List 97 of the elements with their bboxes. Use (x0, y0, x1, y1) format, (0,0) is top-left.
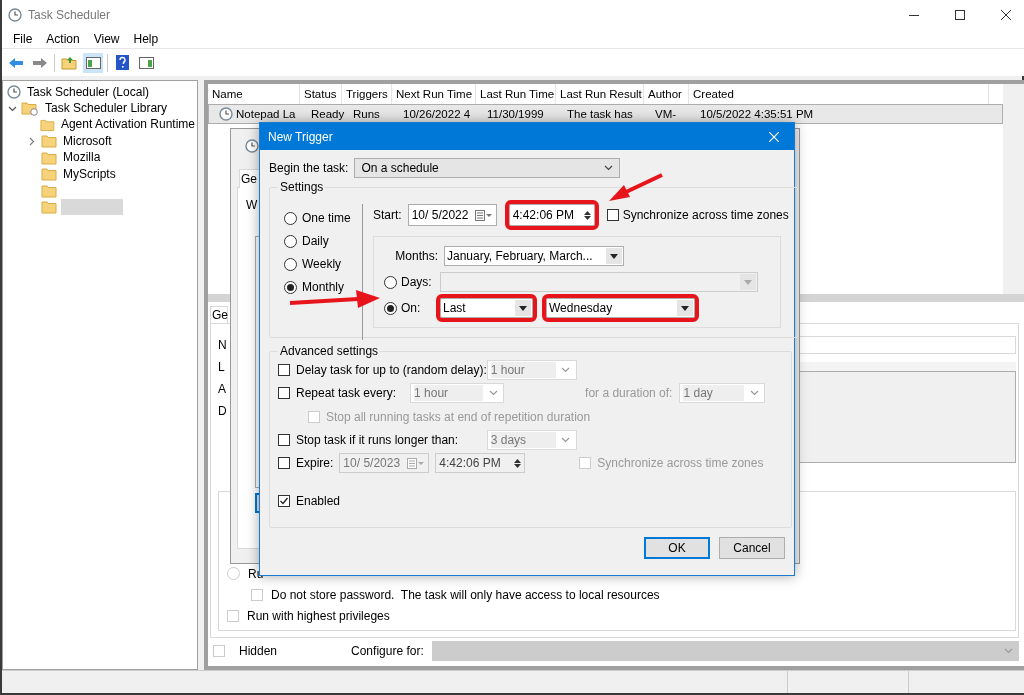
option-label: Delay task for up to (random delay): (296, 362, 487, 377)
app-clock-icon (8, 8, 22, 22)
table-cell: Ready (311, 107, 345, 121)
dropdown[interactable]: 1 hour (410, 383, 505, 404)
option-label: Repeat task every: (296, 386, 397, 401)
tab[interactable]: Ge (239, 169, 260, 188)
folder-icon (41, 134, 57, 149)
table-cell: Runs (353, 107, 380, 121)
clock-icon (7, 85, 21, 100)
option-label: Hidden (239, 644, 278, 658)
radio-button[interactable] (284, 234, 297, 248)
calendar-icon[interactable] (474, 209, 493, 221)
folder-icon (41, 183, 57, 198)
field-label: L (218, 360, 225, 374)
folder-icon (41, 150, 57, 165)
option-label: Monthly (302, 280, 345, 294)
field-label: D (218, 404, 227, 418)
group-label: Settings (279, 180, 325, 194)
field-label: W (246, 198, 258, 212)
checkbox[interactable] (278, 494, 290, 507)
chevron-icon[interactable] (7, 105, 17, 112)
radio-button[interactable] (384, 275, 397, 289)
option-label: On: (401, 301, 421, 315)
table-cell: Notepad La (236, 107, 296, 121)
option-label: Days: (401, 275, 432, 289)
task-clock-icon (219, 107, 233, 121)
arrow (609, 173, 663, 201)
dropdown[interactable]: 1 hour (486, 359, 577, 380)
date-field[interactable]: 10/ 5/2023 (339, 453, 430, 474)
option-label: Synchronize across time zones (597, 456, 764, 471)
radio-button[interactable] (284, 280, 297, 294)
tree-item[interactable]: Task Scheduler (Local) (25, 84, 152, 100)
radio-button[interactable] (284, 257, 297, 271)
dialog-title: New Trigger (268, 129, 333, 144)
checkbox[interactable] (278, 433, 290, 446)
option-label: Synchronize across time zones (622, 208, 789, 222)
option-label: Stop task if it runs longer than: (296, 432, 459, 447)
checkbox[interactable] (278, 387, 290, 400)
table-cell: 10/26/2022 4 (403, 107, 471, 121)
option-label: One time (302, 211, 351, 225)
radio-button[interactable] (284, 211, 297, 225)
tree-item[interactable]: Microsoft (61, 133, 114, 149)
option-label: Do not store password. The task will only have access to local resources (271, 587, 660, 602)
dropdown[interactable]: 3 days (486, 429, 577, 450)
group-label: Advanced settings (279, 344, 380, 358)
tab[interactable]: Ge (210, 306, 228, 323)
dropdown[interactable]: 1 day (679, 383, 766, 404)
folder-icon (41, 167, 57, 182)
spin-buttons[interactable] (514, 458, 522, 468)
window-title: Task Scheduler (28, 8, 111, 22)
table-cell: 11/30/1999 (487, 107, 544, 121)
checkbox[interactable] (278, 457, 290, 470)
dialog-button[interactable]: OK (644, 536, 710, 559)
field-label: Configure for: (351, 644, 424, 658)
spin-buttons[interactable] (583, 210, 591, 220)
menu-item[interactable]: Help (126, 30, 166, 48)
menu-item[interactable]: File (6, 30, 40, 48)
tree-item[interactable]: Task Scheduler Library (43, 101, 170, 117)
dialog-button[interactable]: Cancel (719, 536, 785, 559)
option-label: for a duration of: (585, 386, 673, 401)
option-label: Stop all running tasks at end of repetition duration (326, 409, 591, 424)
option-label: Weekly (302, 257, 342, 271)
dropdown-arrow-icon (744, 279, 752, 285)
folder-icon (40, 117, 55, 132)
menu-item[interactable]: Action (39, 30, 87, 48)
months-dropdown[interactable]: January, February, March... (444, 246, 624, 266)
console-tree-icon[interactable] (83, 52, 103, 73)
option-label: Daily (302, 234, 329, 248)
checkbox[interactable] (278, 363, 290, 376)
table-cell: VM- (655, 107, 677, 121)
chevron-icon[interactable] (29, 136, 35, 146)
tree-item[interactable]: Agent Activation Runtime (58, 117, 197, 133)
field-label: Months: (395, 249, 438, 263)
time-field[interactable]: 4:42:06 PM (435, 453, 526, 474)
date-field[interactable]: 10/ 5/2022 (407, 204, 497, 226)
task-row[interactable]: Notepad La Ready Runs 10/26/2022 4 11/30/1999 The task has VM- 10/5/2022 4:35:51 PM (208, 104, 1003, 124)
option-label: Expire: (296, 456, 334, 471)
dropdown-arrow-icon (519, 305, 527, 311)
checkbox[interactable] (606, 209, 619, 221)
table-cell: The task has (567, 107, 633, 121)
begin-task-dropdown[interactable]: On a schedule (354, 158, 621, 178)
table-cell: 10/5/2022 4:35:51 PM (700, 107, 814, 121)
dropdown-arrow-icon (610, 253, 618, 259)
field-label: Begin the task: (269, 161, 349, 175)
dropdown-arrow-icon (681, 305, 689, 311)
field-label: A (218, 382, 226, 396)
tree-item[interactable]: Mozilla (61, 150, 103, 166)
option-label: Run with highest privileges (247, 608, 390, 623)
field-label: Start: (373, 208, 402, 222)
folder-icon (41, 199, 57, 214)
option-label: Enabled (296, 493, 341, 508)
radio-button[interactable] (384, 301, 397, 315)
tree-item[interactable]: MyScripts (61, 166, 118, 182)
menu-item[interactable]: View (86, 30, 127, 48)
clock-icon (245, 139, 259, 153)
field-label: N (218, 338, 227, 352)
library-folder-icon (21, 101, 39, 117)
